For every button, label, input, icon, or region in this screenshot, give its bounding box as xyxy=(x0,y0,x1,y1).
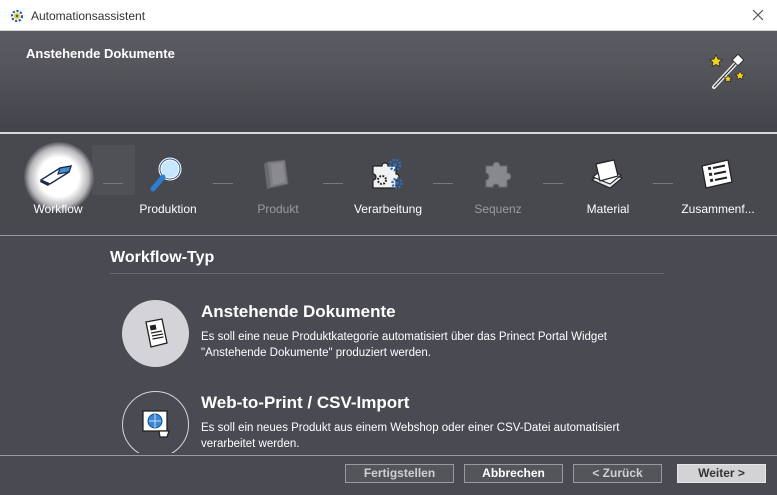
finish-button[interactable]: Fertigstellen xyxy=(345,464,454,483)
step-verarbeitung[interactable]: Verarbeitung xyxy=(330,134,440,235)
book-icon xyxy=(264,159,289,189)
steps-separator xyxy=(0,235,777,236)
step-connector xyxy=(323,183,343,184)
step-material[interactable]: Material xyxy=(550,134,660,235)
step-zusammenfassung[interactable]: Zusammenf... xyxy=(660,134,770,235)
step-label: Sequenz xyxy=(474,202,522,216)
magnifier-icon xyxy=(150,157,182,192)
puzzle-icon xyxy=(485,161,512,188)
back-button[interactable]: < Zurück xyxy=(573,464,662,483)
step-connector xyxy=(433,183,453,184)
wizard-header: Anstehende Dokumente xyxy=(0,31,777,132)
eraser-icon xyxy=(39,165,73,186)
step-connector xyxy=(543,183,563,184)
option-icon-circle xyxy=(122,300,189,367)
option-description: Es soll eine neue Produktkategorie autom… xyxy=(201,329,681,361)
option-description: Es soll ein neues Produkt aus einem Webs… xyxy=(201,420,681,452)
section-title: Workflow-Typ xyxy=(110,249,215,266)
wizard-footer: Fertigstellen Abbrechen < Zurück Weiter … xyxy=(0,455,777,495)
step-workflow[interactable]: Workflow xyxy=(0,134,110,235)
step-connector xyxy=(653,183,673,184)
window-title: Automationsassistent xyxy=(31,9,146,23)
option-icon-circle xyxy=(122,391,189,453)
next-button[interactable]: Weiter > xyxy=(677,464,766,483)
option-title: Anstehende Dokumente xyxy=(201,302,396,321)
step-produktion[interactable]: Produktion xyxy=(110,134,220,235)
document-icon xyxy=(145,318,168,348)
header-title: Anstehende Dokumente xyxy=(26,46,175,61)
step-connector xyxy=(103,183,123,184)
step-sequenz[interactable]: Sequenz xyxy=(440,134,550,235)
step-label: Workflow xyxy=(33,202,83,216)
step-produkt[interactable]: Produkt xyxy=(220,134,330,235)
list-icon xyxy=(701,159,733,189)
magic-wand-icon xyxy=(709,53,746,89)
step-label: Produkt xyxy=(257,202,299,216)
step-label: Material xyxy=(586,202,630,216)
option-description-line: "Anstehende Dokumente" produziert werden… xyxy=(201,347,431,359)
title-bar: Automationsassistent xyxy=(0,0,777,31)
option-web-to-print[interactable]: Web-to-Print / CSV-Import Es soll ein ne… xyxy=(122,391,682,453)
option-title: Web-to-Print / CSV-Import xyxy=(201,393,410,412)
section-underline xyxy=(110,273,664,274)
option-description-line: Es soll ein neues Produkt aus einem Webs… xyxy=(201,422,620,434)
app-gear-icon xyxy=(10,9,24,23)
option-description-line: Es soll eine neue Produktkategorie autom… xyxy=(201,331,607,343)
paper-stack-icon xyxy=(590,159,624,189)
step-label: Zusammenf... xyxy=(681,202,755,216)
step-label: Verarbeitung xyxy=(353,202,423,216)
close-icon[interactable] xyxy=(749,6,767,24)
puzzle-gears-icon xyxy=(372,158,403,189)
step-connector xyxy=(213,183,233,184)
step-label: Produktion xyxy=(139,202,197,216)
option-anstehende-dokumente[interactable]: Anstehende Dokumente Es soll eine neue P… xyxy=(122,300,682,370)
option-description-line: verarbeitet werden. xyxy=(201,438,300,450)
cancel-button[interactable]: Abbrechen xyxy=(464,464,563,483)
web-cart-icon xyxy=(142,410,170,438)
